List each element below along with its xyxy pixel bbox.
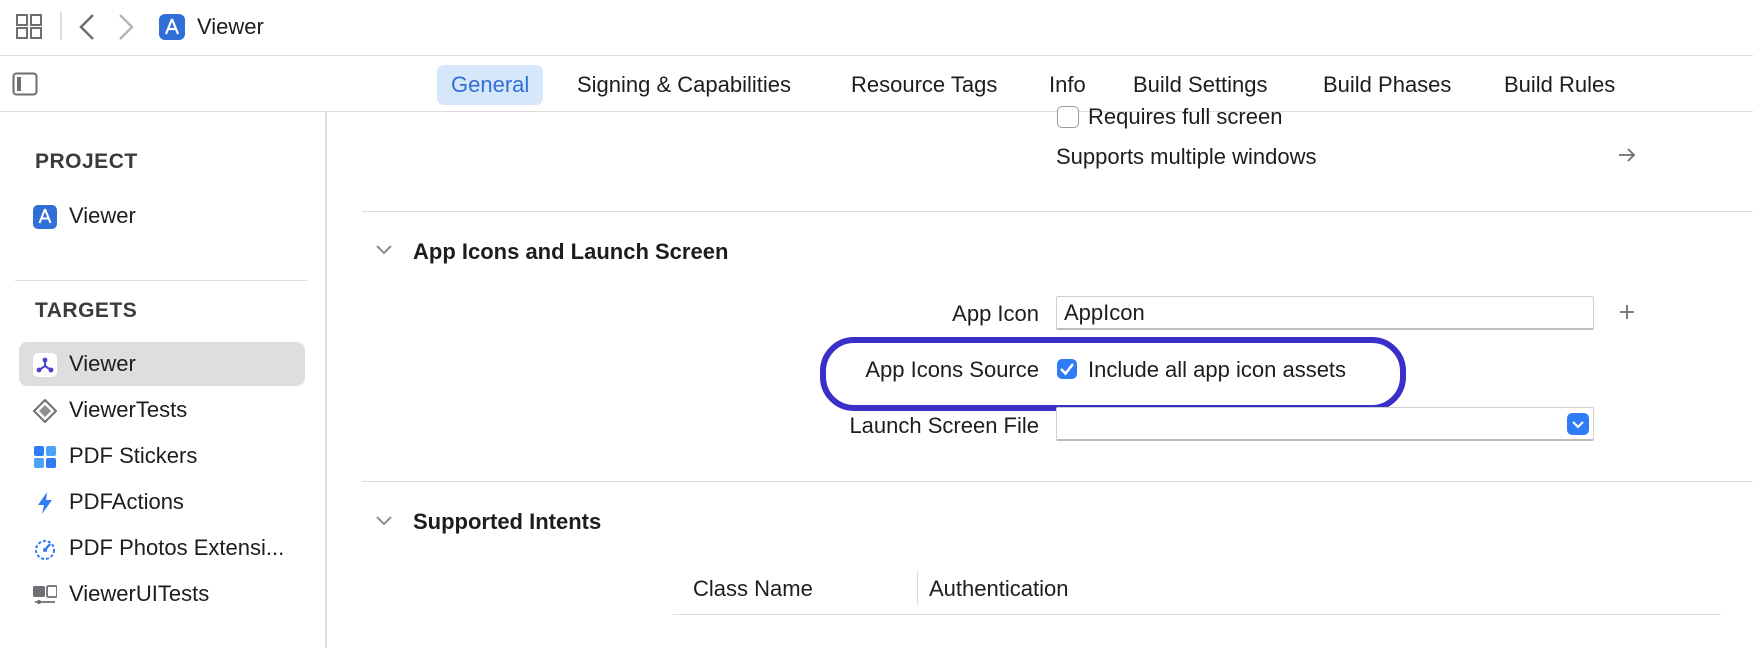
checkmark-icon xyxy=(1060,363,1075,376)
column-separator xyxy=(917,571,918,605)
sidebar-item-label: Viewer xyxy=(69,203,136,228)
sidebar-item-label: ViewerUITests xyxy=(69,581,210,606)
section-divider xyxy=(362,211,1753,212)
editor-tab-bar: General Signing & Capabilities Resource … xyxy=(0,56,1753,112)
section-divider xyxy=(362,481,1753,482)
tab-info[interactable]: Info xyxy=(1035,65,1100,105)
chevron-down-icon xyxy=(1572,421,1584,429)
toolbar: Viewer xyxy=(0,0,1753,56)
include-all-icons-label: Include all app icon assets xyxy=(1088,357,1347,382)
column-header-class-name[interactable]: Class Name xyxy=(693,576,813,602)
plus-icon[interactable] xyxy=(1619,304,1635,320)
requires-full-screen-label: Requires full screen xyxy=(1088,104,1283,129)
chevron-down-icon[interactable] xyxy=(375,514,393,528)
tab-build-phases[interactable]: Build Phases xyxy=(1309,65,1465,105)
app-icon-label: App Icon xyxy=(952,301,1039,326)
chevron-down-icon[interactable] xyxy=(375,243,393,257)
include-all-icons-checkbox[interactable] xyxy=(1057,359,1077,379)
table-header-divider xyxy=(673,614,1721,615)
tab-signing-capabilities[interactable]: Signing & Capabilities xyxy=(563,65,805,105)
sidebar-divider xyxy=(15,280,307,281)
supported-intents-section-title: Supported Intents xyxy=(413,509,602,534)
sidebar-item-viewertests[interactable]: ViewerTests xyxy=(19,388,305,432)
sidebar-item-target-viewer[interactable]: Viewer xyxy=(19,342,305,386)
sidebar-item-label: PDF Photos Extensi... xyxy=(69,535,285,560)
supports-multiple-windows-label: Supports multiple windows xyxy=(1056,144,1317,169)
sidebar-item-label: ViewerTests xyxy=(69,397,188,422)
unit-test-icon xyxy=(33,399,57,423)
sticker-pack-icon xyxy=(34,446,56,468)
project-section-title: PROJECT xyxy=(35,150,138,173)
tab-build-settings[interactable]: Build Settings xyxy=(1119,65,1282,105)
ui-test-icon xyxy=(33,585,57,604)
toolbar-separator xyxy=(60,12,62,40)
arrow-right-icon[interactable] xyxy=(1618,146,1636,164)
column-header-authentication[interactable]: Authentication xyxy=(929,576,1068,602)
tab-build-rules[interactable]: Build Rules xyxy=(1490,65,1629,105)
sidebar-item-label: Viewer xyxy=(69,351,136,376)
tab-general[interactable]: General xyxy=(437,65,544,105)
launch-screen-label: Launch Screen File xyxy=(849,413,1039,438)
sidebar-item-project-viewer[interactable]: Viewer xyxy=(19,194,305,238)
window-title: Viewer xyxy=(197,14,264,39)
forward-chevron-icon[interactable] xyxy=(117,13,135,41)
sidebar-item-pdfactions[interactable]: PDFActions xyxy=(19,480,305,524)
action-extension-icon xyxy=(38,492,52,514)
sidebar-item-pdf-stickers[interactable]: PDF Stickers xyxy=(19,434,305,478)
sidebar-item-label: PDF Stickers xyxy=(69,443,198,468)
sidebar-toggle-icon[interactable] xyxy=(12,72,38,96)
target-sidebar: PROJECT Viewer TARGETS Viewer ViewerTest… xyxy=(0,112,327,648)
app-icons-source-label: App Icons Source xyxy=(865,357,1039,382)
tab-resource-tags[interactable]: Resource Tags xyxy=(837,65,1011,105)
app-icons-section-title: App Icons and Launch Screen xyxy=(413,239,729,264)
requires-full-screen-checkbox[interactable] xyxy=(1057,106,1079,128)
targets-section-title: TARGETS xyxy=(35,299,138,322)
sidebar-item-vieweruitests[interactable]: ViewerUITests xyxy=(19,572,305,616)
photo-extension-icon xyxy=(35,540,55,560)
app-target-icon xyxy=(33,353,57,377)
back-chevron-icon[interactable] xyxy=(78,13,96,41)
sidebar-item-label: PDFActions xyxy=(69,489,184,514)
app-project-icon xyxy=(159,14,185,40)
app-icon-field[interactable]: AppIcon xyxy=(1056,296,1594,330)
launch-screen-field[interactable] xyxy=(1056,407,1594,441)
sidebar-item-pdf-photos-extension[interactable]: PDF Photos Extensi... xyxy=(19,526,305,570)
launch-screen-popup-button[interactable] xyxy=(1567,413,1589,435)
navigator-grid-icon[interactable] xyxy=(16,14,44,40)
app-project-icon xyxy=(33,205,57,229)
